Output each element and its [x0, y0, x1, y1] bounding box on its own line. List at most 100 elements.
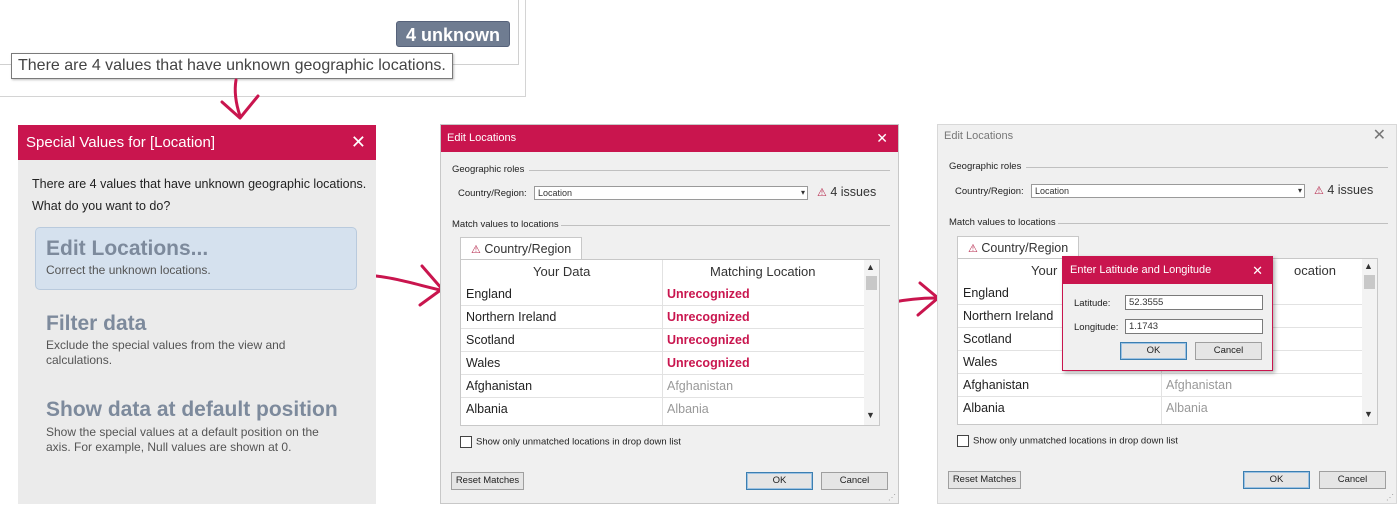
country-region-label: Country/Region: — [955, 186, 1024, 197]
unmatched-only-checkbox-row[interactable]: Show only unmatched locations in drop do… — [460, 436, 681, 448]
checkbox-label: Show only unmatched locations in drop do… — [476, 436, 681, 448]
table-row[interactable]: England Unrecognized — [461, 283, 864, 306]
chevron-down-icon: ▾ — [1297, 186, 1302, 195]
dialog-title: Edit Locations — [447, 132, 517, 144]
dialog-title: Edit Locations — [944, 130, 1014, 142]
row-match[interactable]: Albania — [1166, 397, 1208, 419]
row-match[interactable]: Albania — [667, 398, 709, 420]
row-data: Wales — [963, 355, 998, 369]
resize-grip-icon[interactable]: ⋰ — [888, 493, 896, 502]
latitude-label: Latitude: — [1074, 298, 1111, 309]
table-row[interactable]: Wales Unrecognized — [461, 352, 864, 375]
scrollbar-thumb[interactable] — [1364, 275, 1375, 289]
checkbox[interactable] — [460, 436, 472, 448]
close-icon[interactable]: ✕ — [1252, 257, 1263, 284]
column-header-your-data[interactable]: Your Data — [533, 260, 590, 283]
row-data: Northern Ireland — [963, 309, 1054, 323]
close-icon[interactable]: ✕ — [876, 125, 888, 152]
edit-locations-option[interactable]: Edit Locations... Correct the unknown lo… — [35, 227, 357, 290]
warning-icon: ⚠ — [471, 244, 481, 256]
warning-icon: ⚠ — [817, 187, 827, 199]
issues-indicator[interactable]: ⚠ 4 issues — [1314, 183, 1373, 197]
tab-country-region[interactable]: ⚠ Country/Region — [460, 237, 583, 259]
table-row[interactable]: Scotland Unrecognized — [461, 329, 864, 352]
column-header-your-data[interactable]: Your — [1031, 259, 1057, 282]
chevron-up-icon[interactable]: ▲ — [1364, 261, 1373, 271]
geographic-role-select[interactable]: Location ▾ — [534, 186, 808, 200]
row-match[interactable]: Afghanistan — [1166, 374, 1232, 396]
geographic-roles-label: Geographic roles — [452, 164, 525, 175]
special-values-dialog: Special Values for [Location] ✕ There ar… — [18, 125, 376, 504]
table-row[interactable]: Afghanistan Afghanistan — [958, 374, 1362, 397]
vertical-scrollbar[interactable]: ▲ ▼ — [864, 260, 879, 425]
cancel-button[interactable]: Cancel — [1319, 471, 1386, 489]
row-data: Northern Ireland — [466, 310, 557, 324]
issues-indicator[interactable]: ⚠ 4 issues — [817, 185, 876, 199]
row-data: Albania — [466, 402, 508, 416]
chevron-down-icon: ▾ — [800, 188, 805, 197]
warning-icon: ⚠ — [968, 243, 978, 255]
longitude-field[interactable]: 1.1743 — [1125, 319, 1263, 334]
dialog-title: Special Values for [Location] — [26, 134, 216, 151]
table-row[interactable]: Afghanistan Afghanistan — [461, 375, 864, 398]
dialog-title-bar: Edit Locations ✕ — [441, 125, 898, 152]
issues-count: 4 issues — [830, 185, 877, 199]
divider — [1026, 167, 1388, 168]
country-region-label: Country/Region: — [458, 188, 527, 199]
option-description: Show the special values at a default pos… — [46, 425, 319, 454]
tab-label: Country/Region — [981, 241, 1069, 255]
reset-matches-button[interactable]: Reset Matches — [451, 472, 524, 490]
show-default-position-option[interactable]: Show data at default position Show the s… — [46, 397, 346, 455]
tab-country-region[interactable]: ⚠ Country/Region — [957, 236, 1080, 258]
scrollbar-thumb[interactable] — [866, 276, 877, 290]
row-data: England — [466, 287, 512, 301]
table-row[interactable]: Albania Albania — [958, 397, 1362, 420]
latitude-longitude-dialog: Enter Latitude and Longitude ✕ Latitude:… — [1062, 256, 1273, 371]
divider — [561, 225, 890, 226]
geographic-roles-label: Geographic roles — [949, 161, 1022, 172]
chevron-down-icon[interactable]: ▼ — [1364, 409, 1373, 419]
divider — [1058, 223, 1388, 224]
dialog-title-bar: Edit Locations ✕ — [938, 125, 1396, 147]
row-match[interactable]: Unrecognized — [667, 283, 750, 305]
cancel-button[interactable]: Cancel — [1195, 342, 1262, 360]
table-row[interactable]: Northern Ireland Unrecognized — [461, 306, 864, 329]
row-match[interactable]: Unrecognized — [667, 329, 750, 351]
cancel-button[interactable]: Cancel — [821, 472, 888, 490]
dialog-title-bar: Special Values for [Location] ✕ — [18, 125, 376, 160]
row-match[interactable]: Unrecognized — [667, 352, 750, 374]
close-icon[interactable]: ✕ — [1373, 125, 1386, 147]
ok-button[interactable]: OK — [1120, 342, 1187, 360]
column-header-matching-location[interactable]: Matching Location — [710, 260, 816, 283]
chevron-up-icon[interactable]: ▲ — [866, 262, 875, 272]
row-data: Scotland — [466, 333, 515, 347]
vertical-scrollbar[interactable]: ▲ ▼ — [1362, 259, 1377, 424]
message-text: There are 4 values that have unknown geo… — [32, 177, 367, 191]
geographic-role-select[interactable]: Location ▾ — [1031, 184, 1305, 198]
issues-count: 4 issues — [1327, 183, 1374, 197]
warning-icon: ⚠ — [1314, 185, 1324, 197]
arrow-right-icon — [374, 274, 442, 292]
row-match[interactable]: Afghanistan — [667, 375, 733, 397]
option-title: Show data at default position — [46, 398, 338, 421]
unmatched-only-checkbox-row[interactable]: Show only unmatched locations in drop do… — [957, 435, 1178, 447]
row-data: Scotland — [963, 332, 1012, 346]
edit-locations-dialog: Edit Locations ✕ Geographic roles Countr… — [440, 124, 899, 504]
row-data: Afghanistan — [963, 378, 1030, 392]
filter-data-option[interactable]: Filter data Exclude the special values f… — [46, 312, 346, 368]
match-values-label: Match values to locations — [949, 217, 1056, 228]
row-data: Afghanistan — [466, 379, 533, 393]
ok-button[interactable]: OK — [746, 472, 813, 490]
resize-grip-icon[interactable]: ⋰ — [1386, 493, 1394, 502]
table-row[interactable]: Albania Albania — [461, 398, 864, 421]
arrow-down-icon — [233, 78, 242, 118]
reset-matches-button[interactable]: Reset Matches — [948, 471, 1021, 489]
checkbox[interactable] — [957, 435, 969, 447]
latitude-field[interactable]: 52.3555 — [1125, 295, 1263, 310]
chevron-down-icon[interactable]: ▼ — [866, 410, 875, 420]
row-match[interactable]: Unrecognized — [667, 306, 750, 328]
column-header-matching-location[interactable]: ocation — [1294, 259, 1336, 282]
question-text: What do you want to do? — [32, 199, 171, 213]
close-icon[interactable]: ✕ — [351, 125, 366, 160]
ok-button[interactable]: OK — [1243, 471, 1310, 489]
